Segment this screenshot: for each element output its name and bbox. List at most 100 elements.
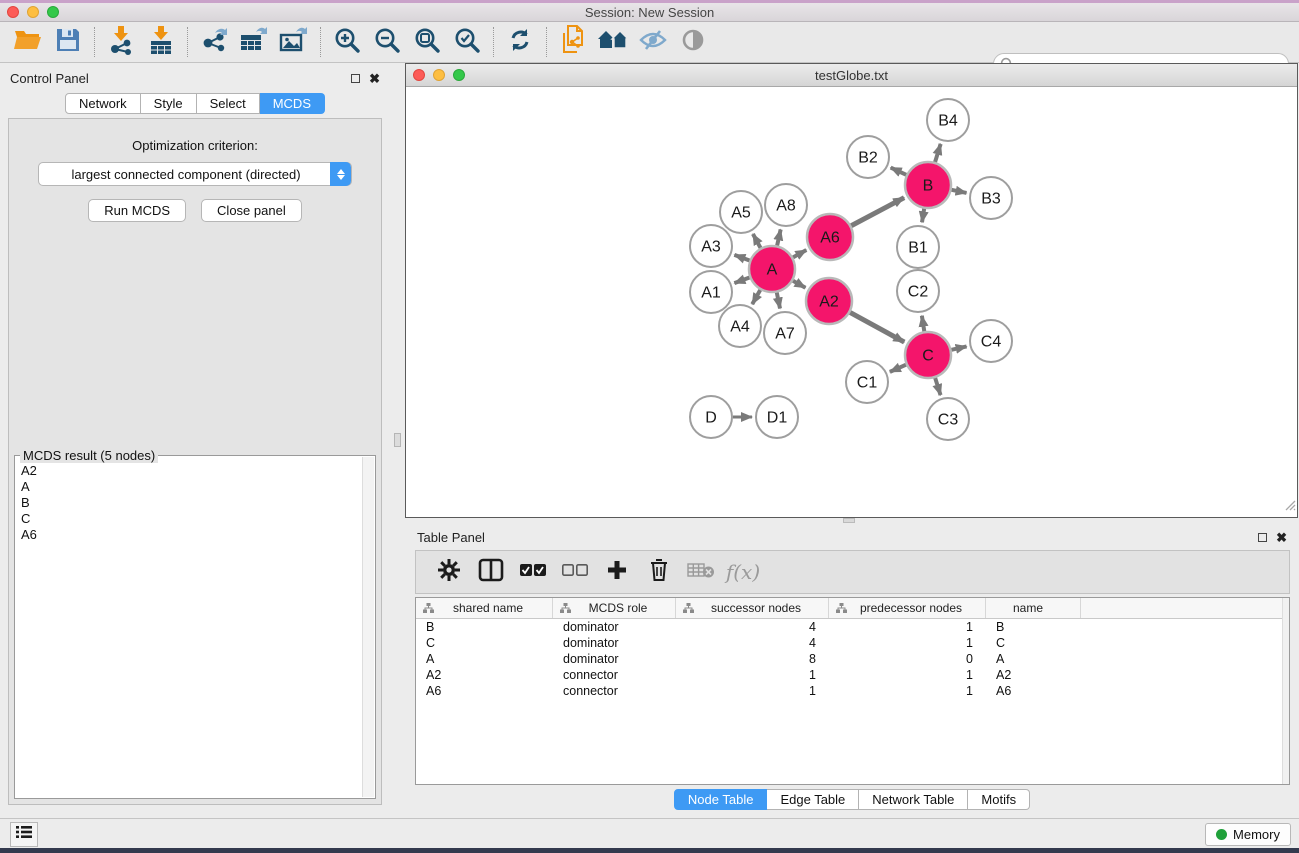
result-item[interactable]: A: [17, 479, 361, 495]
zoom-in-button[interactable]: [327, 25, 367, 59]
cell-successor-nodes[interactable]: 8: [676, 652, 829, 666]
export-image-button[interactable]: [274, 25, 314, 59]
cell-MCDS-role[interactable]: connector: [553, 684, 676, 698]
graph-node-A5[interactable]: A5: [720, 191, 762, 233]
graph-edge-A-A1[interactable]: [734, 277, 749, 283]
graph-edge-C-C1[interactable]: [890, 365, 906, 372]
close-panel-icon[interactable]: ✖: [369, 74, 380, 83]
tab-style[interactable]: Style: [141, 93, 197, 114]
cell-name[interactable]: A2: [986, 668, 1081, 682]
graph-node-B4[interactable]: B4: [927, 99, 969, 141]
result-list-scrollbar[interactable]: [362, 457, 374, 797]
cell-MCDS-role[interactable]: dominator: [553, 652, 676, 666]
cell-name[interactable]: A6: [986, 684, 1081, 698]
column-header-predecessor-nodes[interactable]: predecessor nodes: [829, 598, 986, 618]
cell-predecessor-nodes[interactable]: 1: [829, 684, 986, 698]
graph-node-A8[interactable]: A8: [765, 184, 807, 226]
cell-successor-nodes[interactable]: 1: [676, 684, 829, 698]
cell-shared-name[interactable]: A6: [416, 684, 553, 698]
cell-name[interactable]: C: [986, 636, 1081, 650]
result-item[interactable]: B: [17, 495, 361, 511]
tab-mcds[interactable]: MCDS: [260, 93, 325, 114]
graph-node-B2[interactable]: B2: [847, 136, 889, 178]
cell-shared-name[interactable]: A2: [416, 668, 553, 682]
run-mcds-button[interactable]: Run MCDS: [88, 199, 186, 222]
table-row[interactable]: Adominator80A: [416, 651, 1289, 667]
cell-name[interactable]: A: [986, 652, 1081, 666]
graph-edge-A6-B[interactable]: [851, 198, 904, 226]
add-column-button[interactable]: [598, 555, 636, 589]
column-header-name[interactable]: name: [986, 598, 1081, 618]
float-panel-icon[interactable]: [351, 74, 360, 83]
open-file-button[interactable]: [8, 25, 48, 59]
graph-edge-A-A6[interactable]: [793, 250, 806, 257]
export-network-button[interactable]: [194, 25, 234, 59]
import-network-button[interactable]: [101, 25, 141, 59]
cell-successor-nodes[interactable]: 4: [676, 636, 829, 650]
close-table-panel-icon[interactable]: ✖: [1276, 533, 1287, 542]
graph-node-A1[interactable]: A1: [690, 271, 732, 313]
cell-successor-nodes[interactable]: 4: [676, 620, 829, 634]
optimization-criterion-select[interactable]: largest connected component (directed): [38, 162, 352, 186]
deselect-all-button[interactable]: [556, 555, 594, 589]
graph-node-C3[interactable]: C3: [927, 398, 969, 440]
export-table-button[interactable]: [234, 25, 274, 59]
cell-shared-name[interactable]: B: [416, 620, 553, 634]
graph-node-C4[interactable]: C4: [970, 320, 1012, 362]
delete-column-button[interactable]: [640, 555, 678, 589]
graph-node-A3[interactable]: A3: [690, 225, 732, 267]
graph-node-A7[interactable]: A7: [764, 312, 806, 354]
cell-shared-name[interactable]: A: [416, 652, 553, 666]
graph-edge-B-B1[interactable]: [922, 209, 924, 223]
table-settings-button[interactable]: [430, 555, 468, 589]
cell-predecessor-nodes[interactable]: 1: [829, 668, 986, 682]
task-history-button[interactable]: [10, 822, 38, 847]
graph-edge-A-A2[interactable]: [793, 281, 806, 288]
result-item[interactable]: A6: [17, 527, 361, 543]
table-tab-edge-table[interactable]: Edge Table: [767, 789, 859, 810]
graph-edge-A2-C[interactable]: [850, 312, 904, 342]
clone-network-button[interactable]: [553, 25, 593, 59]
table-tab-node-table[interactable]: Node Table: [674, 789, 768, 810]
table-row[interactable]: A2connector11A2: [416, 667, 1289, 683]
refresh-button[interactable]: [500, 25, 540, 59]
cell-predecessor-nodes[interactable]: 0: [829, 652, 986, 666]
float-table-panel-icon[interactable]: [1258, 533, 1267, 542]
graph-node-D1[interactable]: D1: [756, 396, 798, 438]
graph-edge-C-C4[interactable]: [951, 346, 966, 349]
table-row[interactable]: Bdominator41B: [416, 619, 1289, 635]
graph-edge-A-A5[interactable]: [753, 234, 761, 248]
graph-node-D[interactable]: D: [690, 396, 732, 438]
graph-node-A2[interactable]: A2: [806, 278, 852, 324]
graph-node-C1[interactable]: C1: [846, 361, 888, 403]
graph-edge-A-A4[interactable]: [752, 290, 760, 304]
horizontal-divider-grip[interactable]: [843, 518, 855, 523]
memory-button[interactable]: Memory: [1205, 823, 1291, 846]
cell-predecessor-nodes[interactable]: 1: [829, 620, 986, 634]
cell-MCDS-role[interactable]: dominator: [553, 620, 676, 634]
tab-network[interactable]: Network: [65, 93, 141, 114]
column-header-successor-nodes[interactable]: successor nodes: [676, 598, 829, 618]
graph-node-B3[interactable]: B3: [970, 177, 1012, 219]
tab-select[interactable]: Select: [197, 93, 260, 114]
network-canvas[interactable]: B4B2BB3A5A8A6A3B1AA1C2A2A4A7C4CC1C3DD1: [406, 87, 1297, 517]
cell-successor-nodes[interactable]: 1: [676, 668, 829, 682]
hide-selected-button[interactable]: [633, 25, 673, 59]
function-builder-button[interactable]: f(x): [724, 555, 762, 589]
graph-edge-A-A3[interactable]: [734, 255, 749, 261]
select-all-button[interactable]: [514, 555, 552, 589]
graph-edge-A-A8[interactable]: [777, 229, 781, 245]
import-table-button[interactable]: [141, 25, 181, 59]
cell-MCDS-role[interactable]: connector: [553, 668, 676, 682]
graph-node-B1[interactable]: B1: [897, 226, 939, 268]
cell-name[interactable]: B: [986, 620, 1081, 634]
graph-node-C2[interactable]: C2: [897, 270, 939, 312]
show-all-button[interactable]: [673, 25, 713, 59]
graph-edge-C-C3[interactable]: [935, 378, 940, 395]
graph-edge-B-B4[interactable]: [935, 144, 941, 162]
resize-grip-icon[interactable]: [1282, 497, 1296, 516]
cell-shared-name[interactable]: C: [416, 636, 553, 650]
table-scrollbar[interactable]: [1282, 598, 1289, 784]
delete-table-button[interactable]: [682, 555, 720, 589]
divider-grip[interactable]: [394, 433, 401, 447]
